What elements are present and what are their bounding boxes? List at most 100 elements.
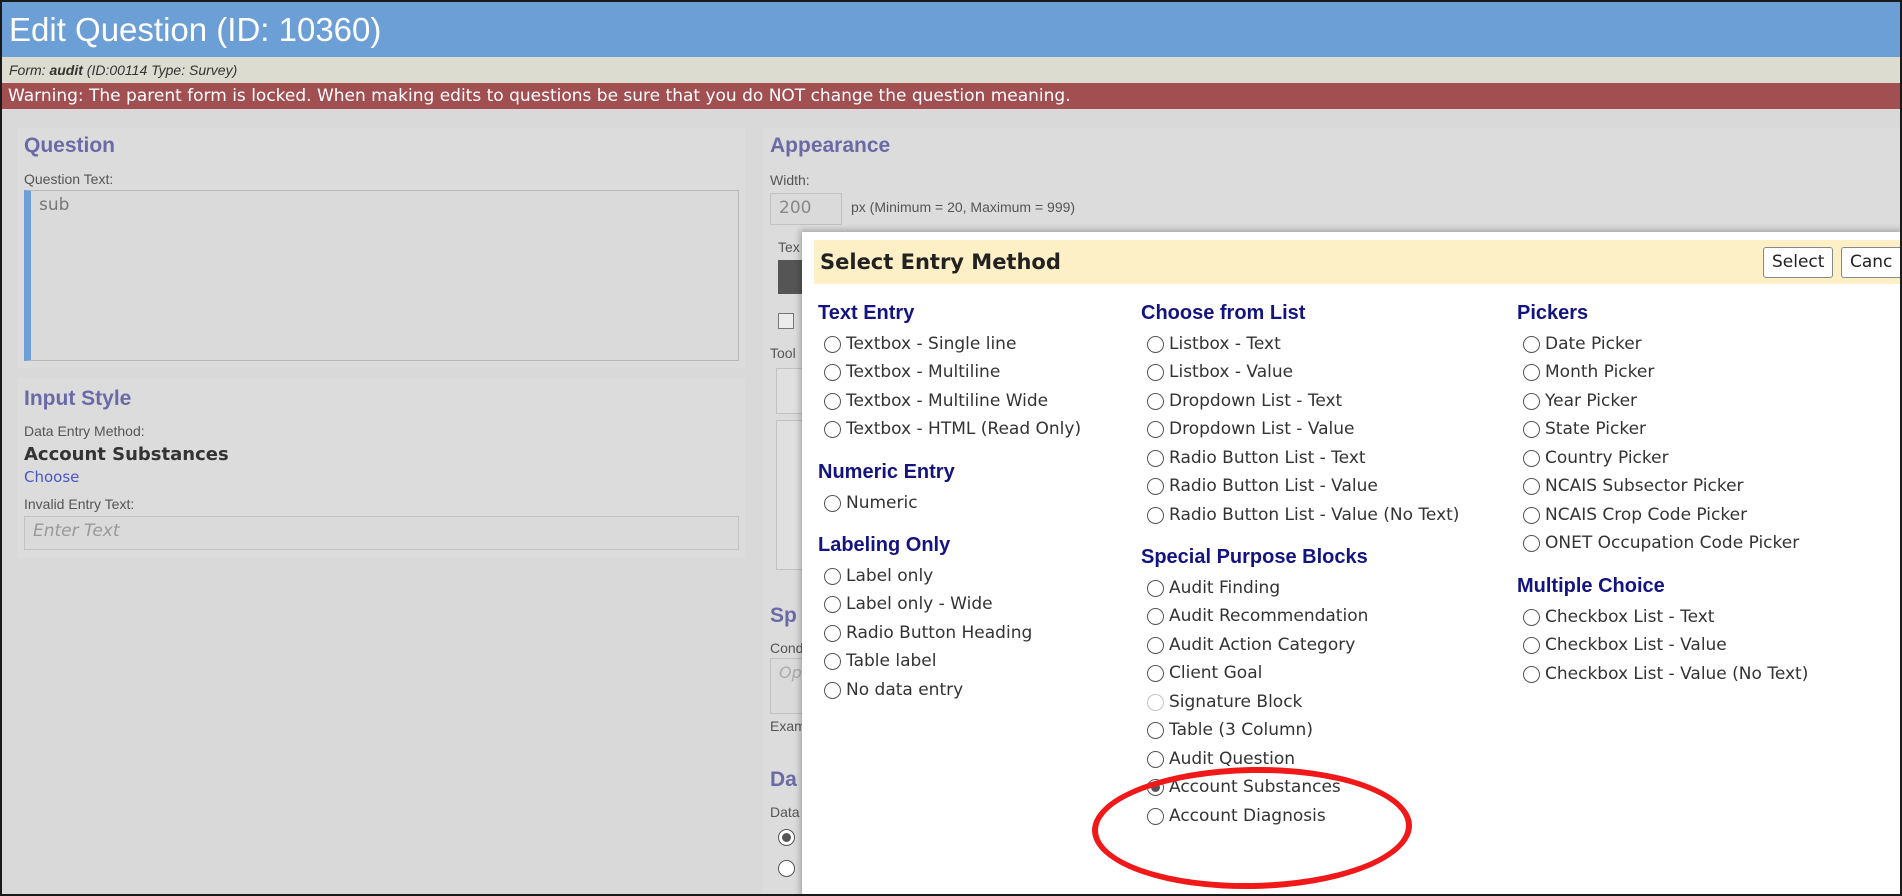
- radio-button[interactable]: [1523, 608, 1540, 626]
- radio-button[interactable]: [1523, 363, 1540, 381]
- option-audit-action-category[interactable]: Audit Action Category: [1147, 633, 1355, 657]
- option-listbox-value[interactable]: Listbox - Value: [1147, 360, 1293, 384]
- radio-button[interactable]: [1523, 477, 1540, 495]
- option-account-diagnosis[interactable]: Account Diagnosis: [1147, 804, 1326, 828]
- radio-button[interactable]: [1147, 579, 1164, 597]
- option-ncais-crop-code-picker[interactable]: NCAIS Crop Code Picker: [1523, 503, 1747, 527]
- radio-button[interactable]: [1147, 420, 1164, 438]
- option-table-label[interactable]: Table label: [824, 649, 936, 673]
- option-month-picker[interactable]: Month Picker: [1523, 360, 1654, 384]
- option-textbox-multiline[interactable]: Textbox - Multiline: [824, 360, 1000, 384]
- option-checkbox-list-text[interactable]: Checkbox List - Text: [1523, 605, 1714, 629]
- option-label: Month Picker: [1545, 362, 1655, 382]
- cancel-button[interactable]: Canc: [1841, 247, 1900, 278]
- invalid-entry-text-input[interactable]: Enter Text: [24, 516, 739, 550]
- option-year-picker[interactable]: Year Picker: [1523, 389, 1637, 413]
- radio-button[interactable]: [824, 392, 841, 410]
- data-radio-1[interactable]: [778, 829, 795, 846]
- group-title-multiple-choice: Multiple Choice: [1517, 575, 1665, 597]
- option-dropdown-list-text[interactable]: Dropdown List - Text: [1147, 389, 1342, 413]
- option-no-data-entry[interactable]: No data entry: [824, 678, 963, 702]
- radio-button[interactable]: [1147, 664, 1164, 682]
- question-text-input[interactable]: sub: [24, 190, 739, 361]
- option-textbox-multiline-wide[interactable]: Textbox - Multiline Wide: [824, 389, 1048, 413]
- radio-button[interactable]: [1147, 506, 1164, 524]
- option-label: Date Picker: [1545, 334, 1642, 354]
- radio-button[interactable]: [824, 595, 841, 613]
- radio-button[interactable]: [824, 567, 841, 585]
- toolbar-label-partial: Tool: [770, 345, 796, 361]
- option-textbox-html[interactable]: Textbox - HTML (Read Only): [824, 417, 1081, 441]
- width-label: Width:: [770, 172, 810, 188]
- radio-button[interactable]: [1147, 807, 1164, 825]
- option-label: Checkbox List - Text: [1545, 607, 1715, 627]
- option-numeric[interactable]: Numeric: [824, 491, 918, 515]
- option-textbox-single-line[interactable]: Textbox - Single line: [824, 332, 1016, 356]
- option-label: Textbox - Multiline Wide: [846, 391, 1049, 411]
- option-label-only-wide[interactable]: Label only - Wide: [824, 592, 993, 616]
- radio-button[interactable]: [824, 420, 841, 438]
- option-signature-block: Signature Block: [1147, 690, 1302, 714]
- choose-entry-method-link[interactable]: Choose: [24, 468, 79, 486]
- option-label: Listbox - Text: [1169, 334, 1281, 354]
- radio-button[interactable]: [1523, 506, 1540, 524]
- radio-button[interactable]: [1147, 392, 1164, 410]
- text-color-swatch[interactable]: [778, 260, 802, 294]
- radio-button[interactable]: [1147, 449, 1164, 467]
- option-audit-finding[interactable]: Audit Finding: [1147, 576, 1280, 600]
- radio-button[interactable]: [1147, 750, 1164, 768]
- option-table-3-column[interactable]: Table (3 Column): [1147, 718, 1313, 742]
- radio-button[interactable]: [824, 681, 841, 699]
- radio-button[interactable]: [1523, 636, 1540, 654]
- data-radio-2[interactable]: [778, 860, 795, 877]
- radio-button[interactable]: [824, 335, 841, 353]
- radio-button[interactable]: [1147, 721, 1164, 739]
- appearance-checkbox[interactable]: [778, 313, 794, 329]
- radio-button[interactable]: [1523, 665, 1540, 683]
- radio-button[interactable]: [1523, 449, 1540, 467]
- radio-button-selected[interactable]: [1147, 778, 1164, 796]
- option-account-substances[interactable]: Account Substances: [1147, 775, 1341, 799]
- radio-button[interactable]: [1147, 477, 1164, 495]
- radio-button[interactable]: [1523, 335, 1540, 353]
- text-color-label-partial: Tex: [778, 239, 800, 255]
- radio-button[interactable]: [824, 494, 841, 512]
- option-listbox-text[interactable]: Listbox - Text: [1147, 332, 1281, 356]
- option-radio-button-list-value-no-text[interactable]: Radio Button List - Value (No Text): [1147, 503, 1459, 527]
- group-title-pickers: Pickers: [1517, 302, 1589, 324]
- option-radio-button-heading[interactable]: Radio Button Heading: [824, 621, 1032, 645]
- option-ncais-subsector-picker[interactable]: NCAIS Subsector Picker: [1523, 474, 1744, 498]
- radio-button[interactable]: [1147, 636, 1164, 654]
- option-label: State Picker: [1545, 419, 1647, 439]
- option-state-picker[interactable]: State Picker: [1523, 417, 1646, 441]
- select-button[interactable]: Select: [1763, 247, 1834, 278]
- option-onet-occupation-code-picker[interactable]: ONET Occupation Code Picker: [1523, 531, 1799, 555]
- option-label-only[interactable]: Label only: [824, 564, 933, 588]
- radio-button[interactable]: [1523, 534, 1540, 552]
- width-input[interactable]: 200: [770, 193, 842, 225]
- option-label: Client Goal: [1169, 663, 1263, 683]
- radio-button[interactable]: [1147, 335, 1164, 353]
- radio-button[interactable]: [824, 652, 841, 670]
- option-label: Audit Recommendation: [1169, 606, 1369, 626]
- radio-button[interactable]: [824, 363, 841, 381]
- option-label: Table (3 Column): [1169, 720, 1313, 740]
- option-checkbox-list-value-no-text[interactable]: Checkbox List - Value (No Text): [1523, 662, 1808, 686]
- radio-button[interactable]: [824, 624, 841, 642]
- option-client-goal[interactable]: Client Goal: [1147, 661, 1262, 685]
- radio-button[interactable]: [1147, 363, 1164, 381]
- radio-button[interactable]: [1523, 392, 1540, 410]
- width-hint: px (Minimum = 20, Maximum = 999): [851, 199, 1076, 215]
- option-audit-recommendation[interactable]: Audit Recommendation: [1147, 604, 1368, 628]
- option-audit-question[interactable]: Audit Question: [1147, 747, 1295, 771]
- option-radio-button-list-text[interactable]: Radio Button List - Text: [1147, 446, 1366, 470]
- option-checkbox-list-value[interactable]: Checkbox List - Value: [1523, 633, 1727, 657]
- group-title-special-purpose-blocks: Special Purpose Blocks: [1141, 546, 1368, 568]
- option-dropdown-list-value[interactable]: Dropdown List - Value: [1147, 417, 1355, 441]
- radio-button[interactable]: [1147, 607, 1164, 625]
- option-country-picker[interactable]: Country Picker: [1523, 446, 1669, 470]
- option-date-picker[interactable]: Date Picker: [1523, 332, 1642, 356]
- option-label: Table label: [846, 651, 937, 671]
- radio-button[interactable]: [1523, 420, 1540, 438]
- option-radio-button-list-value[interactable]: Radio Button List - Value: [1147, 474, 1378, 498]
